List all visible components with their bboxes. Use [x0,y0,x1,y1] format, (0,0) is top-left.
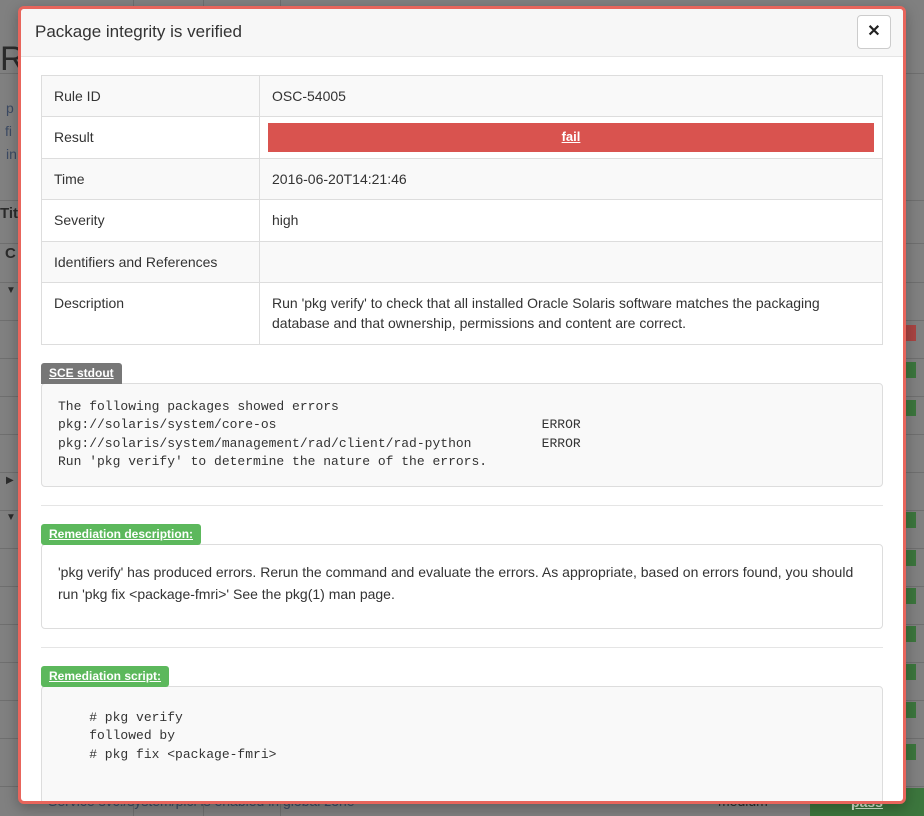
background-text-fragment: fi [5,123,12,139]
chevron-right-icon: ▶ [6,475,14,486]
remediation-description-section: Remediation description: 'pkg verify' ha… [41,523,883,629]
table-row: Time 2016-06-20T14:21:46 [41,158,883,201]
modal-header: Package integrity is verified ✕ [21,9,903,57]
background-column-header: C [5,245,16,262]
row-label: Severity [41,199,260,242]
table-row: Result fail [41,116,883,160]
remediation-script-panel: # pkg verify followed by # pkg fix <pack… [41,685,883,801]
remediation-script-section: Remediation script: # pkg verify followe… [41,665,883,801]
remediation-description-panel: 'pkg verify' has produced errors. Rerun … [41,543,883,629]
background-text-fragment: p [6,100,14,116]
row-label: Description [41,282,260,346]
table-row: Severity high [41,199,883,242]
row-value [259,240,883,284]
sce-stdout-section: SCE stdout The following packages showed… [41,363,883,487]
chevron-down-icon: ▼ [6,512,16,523]
rule-detail-modal: Package integrity is verified ✕ Rule ID … [18,6,906,804]
rule-detail-table: Rule ID OSC-54005 Result fail Time 2016-… [41,74,883,346]
modal-title: Package integrity is verified [35,22,242,41]
sce-stdout-content: The following packages showed errors pkg… [58,399,581,470]
remediation-script-content: # pkg verify followed by # pkg fix <pack… [89,709,277,762]
status-badge: fail [268,123,874,153]
table-row: Rule ID OSC-54005 [41,74,883,118]
row-value: fail [259,116,883,160]
sce-stdout-tag: SCE stdout [41,363,122,385]
row-label: Identifiers and References [41,240,260,284]
section-divider [41,504,883,506]
table-row: Description Run 'pkg verify' to check th… [41,282,883,346]
sce-stdout-panel: The following packages showed errors pkg… [41,383,883,487]
row-value: Run 'pkg verify' to check that all insta… [259,282,883,346]
row-label: Rule ID [41,74,260,118]
table-row: Identifiers and References [41,240,883,284]
row-value: OSC-54005 [259,74,883,118]
modal-body: Rule ID OSC-54005 Result fail Time 2016-… [21,57,903,801]
chevron-down-icon: ▼ [6,285,16,296]
remediation-description-content: 'pkg verify' has produced errors. Rerun … [58,563,854,603]
row-value: high [259,199,883,242]
close-icon[interactable]: ✕ [857,15,891,49]
remediation-description-tag: Remediation description: [41,523,202,545]
row-label: Result [41,116,260,160]
remediation-script-tag: Remediation script: [41,665,170,687]
background-text-fragment: in [6,146,17,162]
section-divider [41,646,883,648]
row-value: 2016-06-20T14:21:46 [259,158,883,201]
row-label: Time [41,158,260,201]
